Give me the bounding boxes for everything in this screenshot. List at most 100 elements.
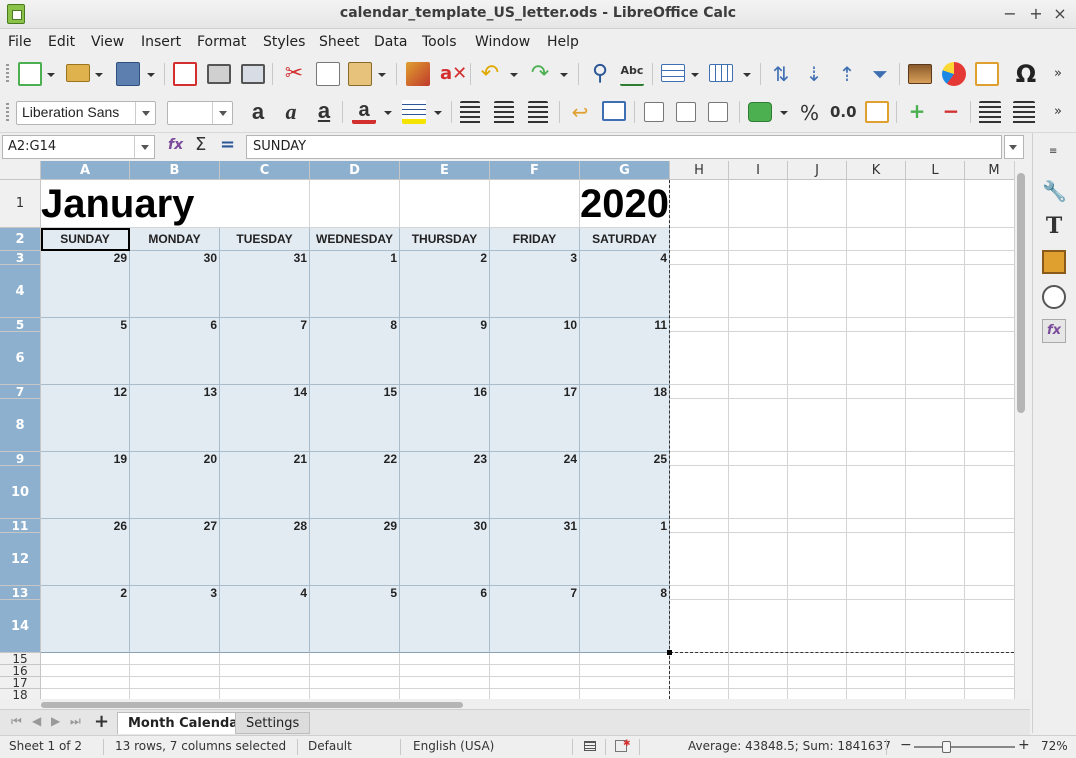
cell-j3[interactable] [788, 251, 847, 265]
vertical-scroll-thumb[interactable] [1017, 173, 1025, 413]
cell-h4[interactable] [670, 265, 729, 318]
properties-wrench-icon[interactable]: 🔧 [1042, 179, 1067, 203]
text-language[interactable]: English (USA) [413, 739, 494, 753]
sort-descending-icon[interactable]: ⇡ [835, 62, 859, 86]
cell-l12[interactable] [906, 533, 965, 586]
cell-h1[interactable] [670, 180, 729, 228]
calendar-date-cell[interactable]: 6 [400, 586, 490, 600]
spelling-icon[interactable]: Abc [620, 62, 644, 86]
cell-l14[interactable] [906, 600, 965, 653]
cell-i2[interactable] [729, 228, 788, 251]
wrap-text-icon[interactable]: ↩ [568, 100, 592, 124]
menu-format[interactable]: Format [197, 34, 246, 50]
cell-k9[interactable] [847, 452, 906, 466]
tab-settings[interactable]: Settings [235, 712, 311, 734]
sort-icon[interactable]: ⇅ [769, 62, 793, 86]
calendar-notes-cell[interactable] [400, 466, 490, 519]
align-top-icon[interactable] [644, 102, 664, 122]
calendar-date-cell[interactable]: 4 [580, 251, 670, 265]
new-dropdown-icon[interactable] [47, 73, 55, 77]
selection-statistics[interactable]: Average: 43848.5; Sum: 1841637 [688, 739, 891, 753]
cell-g18[interactable] [580, 689, 670, 699]
cell-k13[interactable] [847, 586, 906, 600]
cell-k12[interactable] [847, 533, 906, 586]
calendar-notes-cell[interactable] [490, 265, 580, 318]
insert-image-icon[interactable] [908, 64, 932, 84]
cell-l16[interactable] [906, 665, 965, 677]
toolbar-overflow-icon[interactable]: » [1054, 62, 1068, 86]
cell-j14[interactable] [788, 600, 847, 653]
row-header-11[interactable]: 11 [0, 519, 41, 533]
calendar-date-cell[interactable]: 7 [490, 586, 580, 600]
cell-i1[interactable] [729, 180, 788, 228]
row-header-12[interactable]: 12 [0, 533, 41, 586]
paste-icon[interactable] [348, 62, 372, 86]
month-title[interactable]: January [41, 180, 194, 228]
previous-sheet-icon[interactable]: ◀ [32, 714, 41, 728]
delete-decimal-icon[interactable]: − [939, 100, 963, 124]
cell-h13[interactable] [670, 586, 729, 600]
merge-center-icon[interactable] [602, 101, 626, 121]
cell-m2[interactable] [965, 228, 1014, 251]
cell-k7[interactable] [847, 385, 906, 399]
cell-f18[interactable] [490, 689, 580, 699]
calendar-date-cell[interactable]: 12 [41, 385, 130, 399]
cell-k6[interactable] [847, 332, 906, 385]
cell-d17[interactable] [310, 677, 400, 689]
calendar-notes-cell[interactable] [41, 466, 130, 519]
cell-l17[interactable] [906, 677, 965, 689]
cell-k5[interactable] [847, 318, 906, 332]
column-header-k[interactable]: K [847, 161, 906, 180]
calendar-date-cell[interactable]: 29 [41, 251, 130, 265]
calendar-notes-cell[interactable] [41, 399, 130, 452]
print-preview-icon[interactable] [241, 64, 265, 84]
cell-c1[interactable] [220, 180, 310, 228]
cell-k1[interactable] [847, 180, 906, 228]
functions-icon[interactable]: fx [1042, 319, 1066, 343]
calendar-notes-cell[interactable] [130, 533, 220, 586]
cell-h10[interactable] [670, 466, 729, 519]
cell-l18[interactable] [906, 689, 965, 699]
cell-i12[interactable] [729, 533, 788, 586]
center-vertically-icon[interactable] [676, 102, 696, 122]
calendar-notes-cell[interactable] [400, 600, 490, 653]
cell-l11[interactable] [906, 519, 965, 533]
column-header-h[interactable]: H [670, 161, 729, 180]
menu-data[interactable]: Data [374, 34, 407, 50]
paste-dropdown-icon[interactable] [378, 73, 386, 77]
cell-m6[interactable] [965, 332, 1014, 385]
cell-b15[interactable] [130, 653, 220, 665]
date-format-icon[interactable] [865, 101, 889, 123]
cell-k8[interactable] [847, 399, 906, 452]
cell-a16[interactable] [41, 665, 130, 677]
cell-l8[interactable] [906, 399, 965, 452]
clear-formatting-icon[interactable]: a✕ [440, 62, 467, 86]
cell-l7[interactable] [906, 385, 965, 399]
cell-c17[interactable] [220, 677, 310, 689]
column-header-f[interactable]: F [490, 161, 580, 180]
toolbar-grip[interactable] [6, 64, 9, 84]
cell-i11[interactable] [729, 519, 788, 533]
calendar-notes-cell[interactable] [580, 533, 670, 586]
menu-styles[interactable]: Styles [263, 34, 305, 50]
cell-f2[interactable]: FRIDAY [490, 228, 580, 251]
calendar-date-cell[interactable]: 19 [41, 452, 130, 466]
calendar-notes-cell[interactable] [41, 533, 130, 586]
navigator-compass-icon[interactable] [1042, 285, 1066, 309]
cell-g15[interactable] [580, 653, 670, 665]
open-dropdown-icon[interactable] [95, 73, 103, 77]
save-icon[interactable] [116, 62, 140, 86]
cell-l13[interactable] [906, 586, 965, 600]
cell-l9[interactable] [906, 452, 965, 466]
cell-f16[interactable] [490, 665, 580, 677]
find-replace-icon[interactable]: ⚲ [588, 62, 612, 86]
close-icon[interactable]: × [1050, 4, 1070, 24]
cell-k3[interactable] [847, 251, 906, 265]
calendar-notes-cell[interactable] [580, 466, 670, 519]
calendar-notes-cell[interactable] [400, 533, 490, 586]
row-header-3[interactable]: 3 [0, 251, 41, 265]
cell-h16[interactable] [670, 665, 729, 677]
cell-j16[interactable] [788, 665, 847, 677]
last-sheet-icon[interactable]: ⏭ [70, 714, 81, 729]
calendar-notes-cell[interactable] [220, 600, 310, 653]
